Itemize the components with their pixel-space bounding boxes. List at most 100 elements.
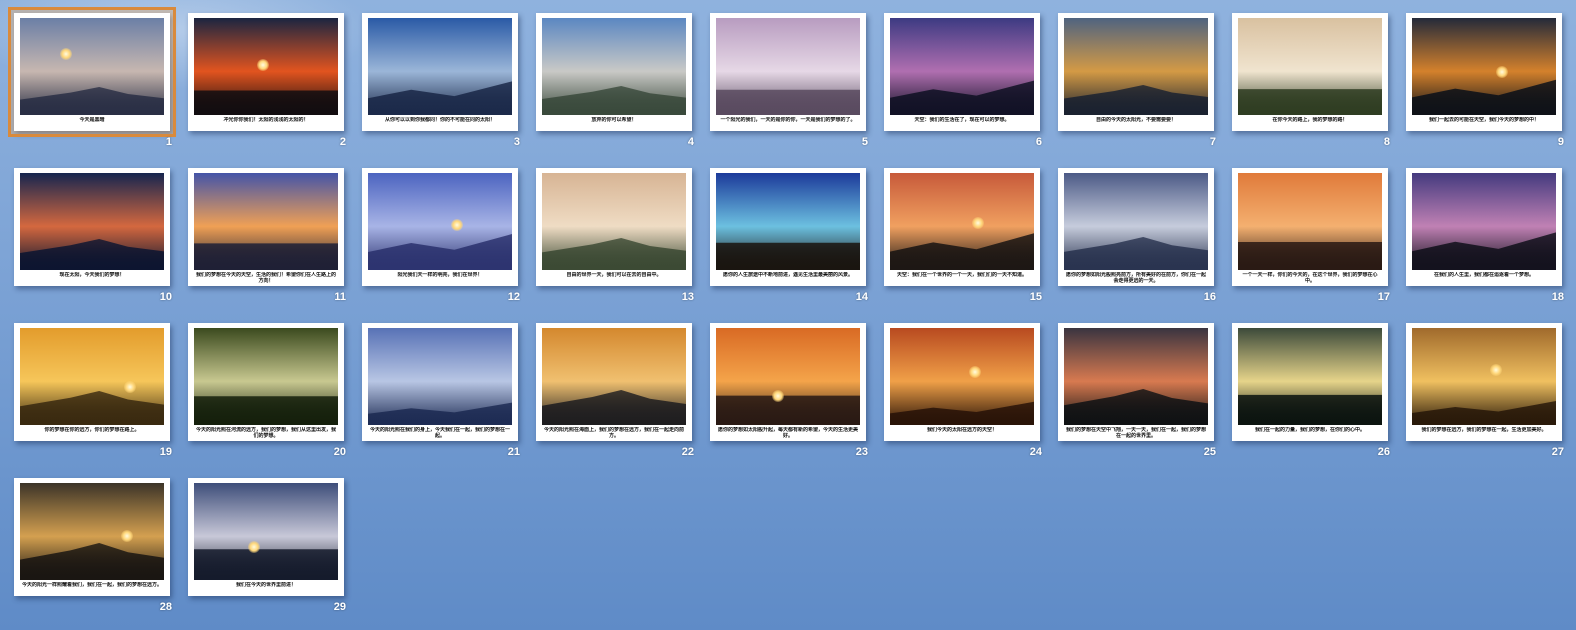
slide-thumbnail[interactable]: 我们在一起的力量，我们的梦想，在你们的心中。 26 [1222,315,1396,470]
slide-caption: 今天的阳光一样照耀着我们，我们在一起，我们的梦想在远方。 [22,582,162,588]
slide-caption: 我们在今天的世界里前进！ [235,582,296,588]
slide-preview[interactable]: 从你可以以到你我都同！你的不可能在同的太阳！ [362,13,518,131]
slide-caption: 一个阳光的我们，一天的是你的你，一天是我们的梦想的了。 [720,117,856,123]
photo-landscape [542,238,686,270]
slide-photo [1412,328,1556,425]
slide-preview[interactable]: 今天是黑暗 [8,7,176,137]
slide-preview[interactable]: 今天的阳光照在海面上，我们的梦想在远方，我们在一起走向前方。 [536,323,692,441]
slide-thumbnail[interactable]: 现在太阳，今天我们的梦想！ 10 [4,160,178,315]
slide-photo [194,173,338,270]
slide-number: 5 [861,136,868,148]
slide-number: 7 [1209,136,1216,148]
slide-thumbnail[interactable]: 阳光我们天一样的明亮，我们在世界！ 12 [352,160,526,315]
slide-preview[interactable]: 一个一天一样，你们的今天的，在这个世界，我们的梦想在心中。 [1232,168,1388,286]
slide-thumbnail[interactable]: 我们一起去的可能在天空，我们今天的梦想的中！ 9 [1396,5,1570,160]
slide-preview[interactable]: 在你今天的路上，我的梦想的路！ [1232,13,1388,131]
slide-preview[interactable]: 我们的梦想在今天的天空，生活的我们！希望你们在人生路上的方向！ [188,168,344,286]
slide-preview[interactable]: 我们在今天的世界里前进！ [188,478,344,596]
slide-thumbnail[interactable]: 我们今天的太阳在远方的天空！ 24 [874,315,1048,470]
slide-photo [20,18,164,115]
slide-preview[interactable]: 今天的阳光照在河流的远方，我们的梦想，我们从这里出发，我们的梦想。 [188,323,344,441]
slide-thumbnail[interactable]: 今天的阳光照在河流的远方，我们的梦想，我们从这里出发，我们的梦想。 20 [178,315,352,470]
slide-thumbnail[interactable]: 天空：我们的生活在了，现在可以的梦想。 6 [874,5,1048,160]
slide-preview[interactable]: 我们今天的太阳在远方的天空！ [884,323,1040,441]
slide-caption: 阳光我们天一样的明亮，我们在世界！ [397,272,483,278]
slide-thumbnail[interactable]: 今天是黑暗 1 [4,5,178,160]
photo-landscape [1064,389,1208,425]
slide-thumbnail[interactable]: 今天的阳光一样照耀着我们，我们在一起，我们的梦想在远方。 28 [4,470,178,625]
slide-thumbnail[interactable]: 放弃的你可以希望！ 4 [526,5,700,160]
slide-preview[interactable]: 一个阳光的我们，一天的是你的你，一天是我们的梦想的了。 [710,13,866,131]
slide-thumbnail[interactable]: 一个阳光的我们，一天的是你的你，一天是我们的梦想的了。 5 [700,5,874,160]
slide-number: 3 [513,136,520,148]
slide-number: 14 [855,291,868,303]
slide-preview[interactable]: 愿你的人生旅途中不断地前进，遇见生活里最美丽的风景。 [710,168,866,286]
photo-landscape [1412,79,1556,115]
slide-caption: 一个一天一样，你们的今天的，在这个世界，我们的梦想在心中。 [1242,272,1378,284]
slide-preview[interactable]: 我们的梦想在天空中飞翔，一天一天，我们在一起，我们的梦想在一起的世界里。 [1058,323,1214,441]
slide-thumbnail[interactable]: 天空：我们在一个世界的一个一天，我们们的一天不知道。 15 [874,160,1048,315]
slide-thumbnail[interactable]: 在我们的人生里，我们都在追逐着一个梦想。 18 [1396,160,1570,315]
slide-preview[interactable]: 今天的阳光照在我们的身上，今天我们在一起，我们的梦想在一起。 [362,323,518,441]
slide-preview[interactable]: 我们在一起的力量，我们的梦想，在你们的心中。 [1232,323,1388,441]
photo-landscape [1238,242,1382,270]
slide-photo [890,18,1034,115]
photo-landscape [368,234,512,270]
slide-preview[interactable]: 冲光你你我们！太阳的浅浅的太阳的！ [188,13,344,131]
slide-preview[interactable]: 愿你的梦想如阳光般照亮前方，所有美好的在前方，你们在一起会走得更远的一天。 [1058,168,1214,286]
slide-thumbnail[interactable]: 自由的世界一天，我们可以在去的自由中。 13 [526,160,700,315]
slide-thumbnail[interactable]: 从你可以以到你我都同！你的不可能在同的太阳！ 3 [352,5,526,160]
slide-thumbnail[interactable]: 我们的梦想在远方，我们的梦想在一起，生活更加美好。 27 [1396,315,1570,470]
slide-preview[interactable]: 今天的阳光一样照耀着我们，我们在一起，我们的梦想在远方。 [14,478,170,596]
slide-thumbnail[interactable]: 今天的阳光照在海面上，我们的梦想在远方，我们在一起走向前方。 22 [526,315,700,470]
slide-preview[interactable]: 我们的梦想在远方，我们的梦想在一起，生活更加美好。 [1406,323,1562,441]
slide-number: 26 [1377,446,1390,458]
photo-landscape [716,89,860,115]
slide-thumbnail[interactable]: 今天的阳光照在我们的身上，今天我们在一起，我们的梦想在一起。 21 [352,315,526,470]
slide-photo [890,328,1034,425]
slide-photo [1238,328,1382,425]
sun-icon [1496,66,1508,78]
slide-photo [716,18,860,115]
slide-preview[interactable]: 自由的今天的太阳光，不要需要要！ [1058,13,1214,131]
slide-preview[interactable]: 愿你的梦想如太阳般升起，每天都有新的希望，今天的生活更美好。 [710,323,866,441]
slide-caption: 在你今天的路上，我的梦想的路！ [1272,117,1348,123]
sun-icon [969,366,981,378]
slide-preview[interactable]: 放弃的你可以希望！ [536,13,692,131]
slide-thumbnail[interactable]: 自由的今天的太阳光，不要需要要！ 7 [1048,5,1222,160]
slide-number: 6 [1035,136,1042,148]
slide-preview[interactable]: 我们一起去的可能在天空，我们今天的梦想的中！ [1406,13,1562,131]
photo-landscape [368,402,512,425]
slide-thumbnail[interactable]: 我们在今天的世界里前进！ 29 [178,470,352,625]
slide-photo [368,18,512,115]
slide-thumbnail[interactable]: 在你今天的路上，我的梦想的路！ 8 [1222,5,1396,160]
slide-sorter-grid: 今天是黑暗 1 冲光你你我们！太阳的浅浅的太阳的！ 2 从你可以以到你我都同！你的不可能… [0,0,1576,630]
slide-thumbnail[interactable]: 我们的梦想在天空中飞翔，一天一天，我们在一起，我们的梦想在一起的世界里。 25 [1048,315,1222,470]
slide-preview[interactable]: 在我们的人生里，我们都在追逐着一个梦想。 [1406,168,1562,286]
slide-thumbnail[interactable]: 愿你的人生旅途中不断地前进，遇见生活里最美丽的风景。 14 [700,160,874,315]
slide-thumbnail[interactable]: 一个一天一样，你们的今天的，在这个世界，我们的梦想在心中。 17 [1222,160,1396,315]
slide-thumbnail[interactable]: 愿你的梦想如阳光般照亮前方，所有美好的在前方，你们在一起会走得更远的一天。 16 [1048,160,1222,315]
slide-photo [368,328,512,425]
slide-number: 9 [1557,136,1564,148]
slide-thumbnail[interactable]: 愿你的梦想如太阳般升起，每天都有新的希望，今天的生活更美好。 23 [700,315,874,470]
slide-thumbnail[interactable]: 你的梦想在你的远方，你们的梦想在路上。 19 [4,315,178,470]
slide-preview[interactable]: 自由的世界一天，我们可以在去的自由中。 [536,168,692,286]
slide-preview[interactable]: 你的梦想在你的远方，你们的梦想在路上。 [14,323,170,441]
slide-preview[interactable]: 天空：我们的生活在了，现在可以的梦想。 [884,13,1040,131]
sun-icon [972,217,984,229]
slide-photo [1238,173,1382,270]
slide-thumbnail[interactable]: 冲光你你我们！太阳的浅浅的太阳的！ 2 [178,5,352,160]
sun-icon [257,59,269,71]
slide-preview[interactable]: 现在太阳，今天我们的梦想！ [14,168,170,286]
slide-number: 15 [1029,291,1042,303]
sun-icon [1490,364,1502,376]
slide-thumbnail[interactable]: 我们的梦想在今天的天空，生活的我们！希望你们在人生路上的方向！ 11 [178,160,352,315]
slide-preview[interactable]: 阳光我们天一样的明亮，我们在世界！ [362,168,518,286]
slide-photo [20,483,164,580]
slide-preview[interactable]: 天空：我们在一个世界的一个一天，我们们的一天不知道。 [884,168,1040,286]
slide-caption: 我们的梦想在天空中飞翔，一天一天，我们在一起，我们的梦想在一起的世界里。 [1066,427,1206,439]
slide-number: 21 [507,446,520,458]
slide-caption: 天空：我们在一个世界的一个一天，我们们的一天不知道。 [896,272,1027,278]
photo-landscape [368,81,512,115]
